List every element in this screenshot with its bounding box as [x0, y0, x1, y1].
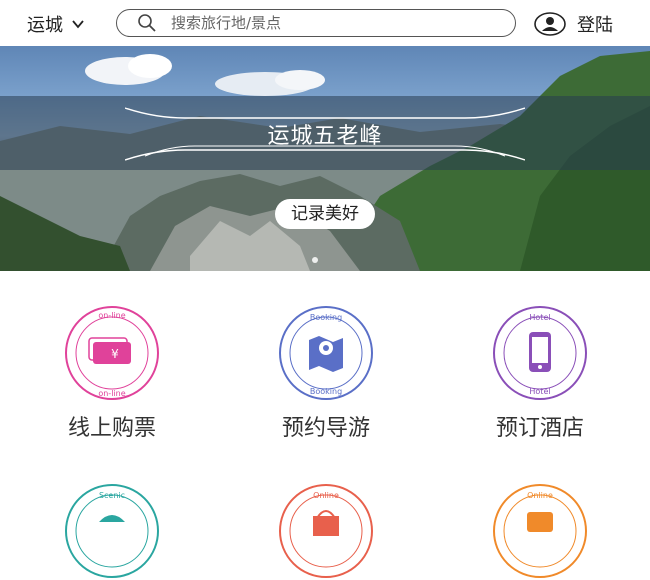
svg-text:on-line: on-line	[98, 311, 125, 320]
feature-label: 预订酒店	[495, 416, 584, 441]
search-input[interactable]	[169, 13, 493, 33]
feature-label: 预约导游	[281, 416, 370, 441]
user-avatar-icon	[534, 12, 566, 36]
top-header: 运城 登陆	[0, 0, 650, 46]
phone-hotel-icon: Hotel Hotel	[493, 306, 587, 400]
city-selector[interactable]: 运城	[27, 11, 85, 37]
banner-title: 运城五老峰	[267, 124, 383, 149]
feature-label: 线上购票	[67, 416, 156, 441]
login-label: 登陆	[577, 15, 613, 36]
svg-text:Scenic: Scenic	[99, 491, 125, 500]
record-beauty-button[interactable]: 记录美好	[275, 199, 375, 229]
shopping-bag-icon: Online	[279, 484, 373, 578]
banner-carousel[interactable]: 运城五老峰 记录美好	[0, 46, 650, 271]
feature-scenic[interactable]: Scenic	[27, 482, 197, 580]
search-bar[interactable]	[116, 9, 516, 37]
ticket-icon: on-line on-line ¥	[65, 306, 159, 400]
map-guide-icon: Booking Booking	[279, 306, 373, 400]
scenic-icon: Scenic	[65, 484, 159, 578]
svg-text:Booking: Booking	[310, 387, 342, 396]
city-label: 运城	[27, 15, 63, 36]
svg-text:Online: Online	[313, 491, 339, 500]
feature-hotel-reservation[interactable]: Hotel Hotel 预订酒店	[455, 304, 625, 442]
search-icon	[138, 14, 156, 32]
feature-online-ticket[interactable]: on-line on-line ¥ 线上购票	[27, 304, 197, 442]
svg-text:Hotel: Hotel	[529, 313, 550, 322]
svg-text:on-line: on-line	[98, 389, 125, 398]
online-service-icon: Online	[493, 484, 587, 578]
login-button[interactable]: 登陆	[534, 11, 613, 37]
svg-text:Booking: Booking	[310, 313, 342, 322]
svg-text:¥: ¥	[111, 347, 119, 361]
feature-booking-guide[interactable]: Booking Booking 预约导游	[241, 304, 411, 442]
carousel-dot[interactable]	[312, 257, 318, 263]
svg-text:Online: Online	[527, 491, 553, 500]
feature-online-shop[interactable]: Online	[241, 482, 411, 580]
chevron-down-icon	[72, 20, 84, 29]
feature-online-service[interactable]: Online	[455, 482, 625, 580]
svg-text:Hotel: Hotel	[529, 387, 550, 396]
